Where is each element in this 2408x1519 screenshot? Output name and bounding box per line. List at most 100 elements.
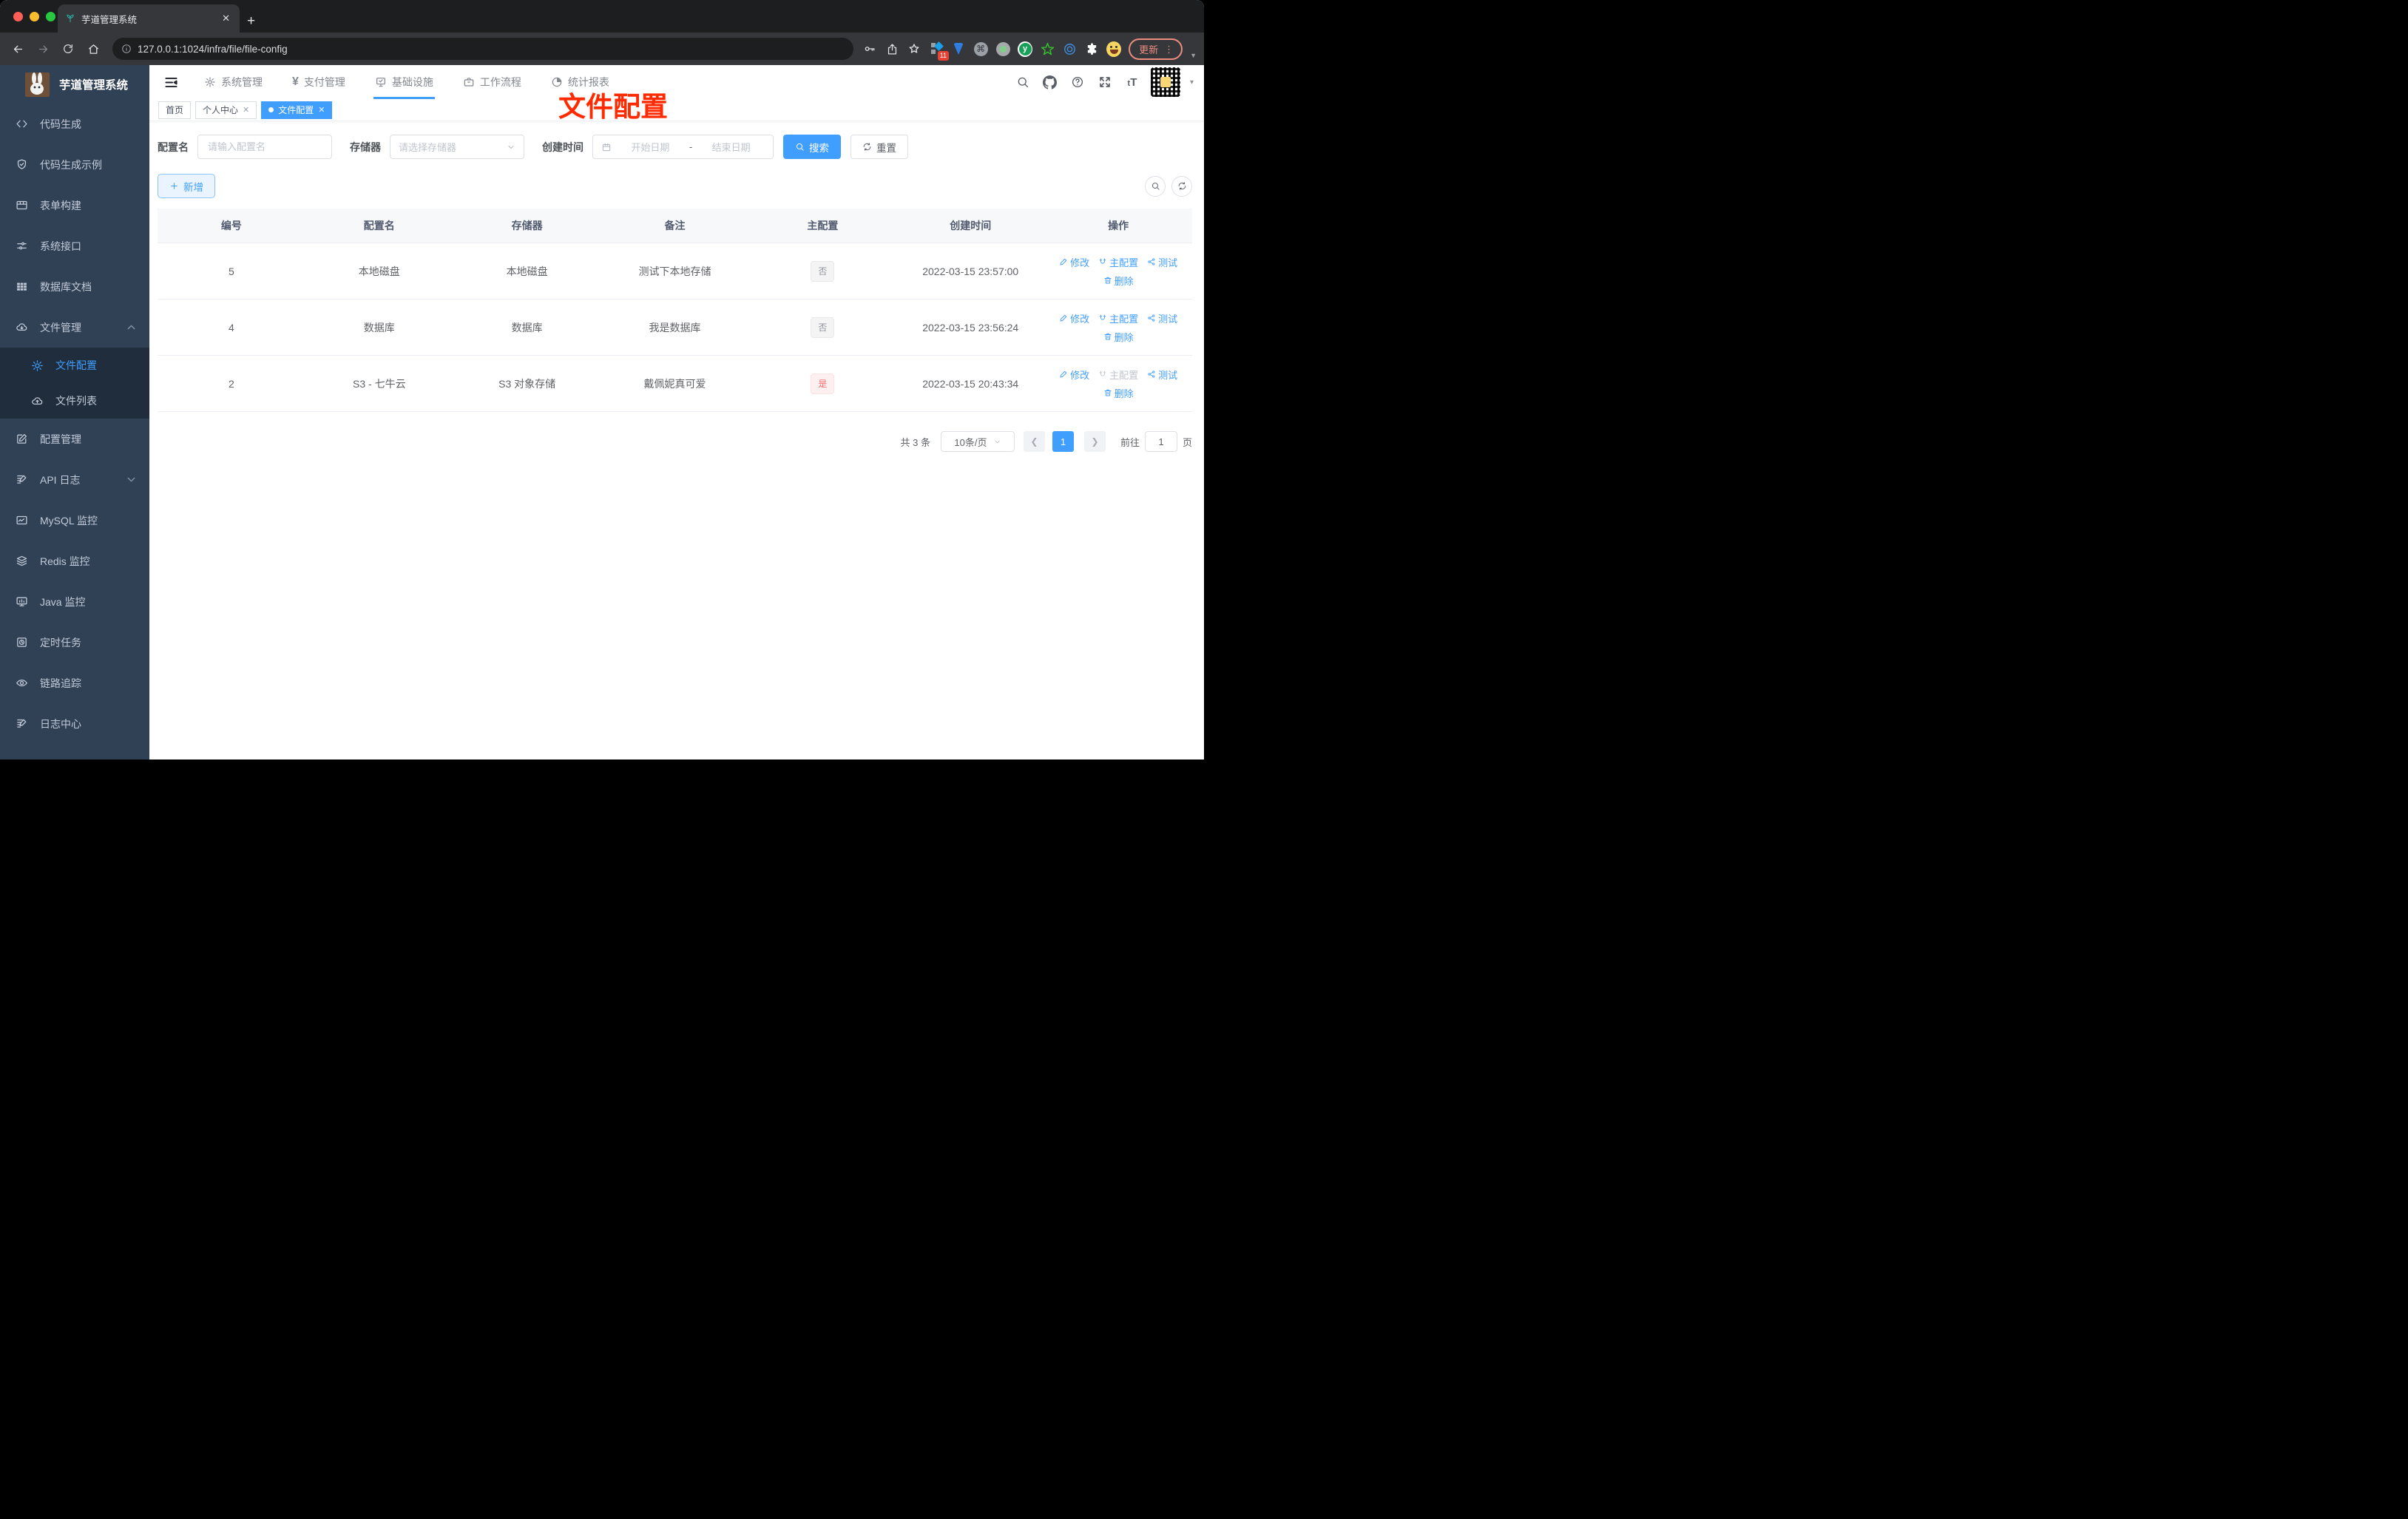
extension-command-icon[interactable]: ⌘	[973, 41, 988, 56]
tab-close-icon[interactable]: ✕	[243, 105, 249, 115]
eye-icon	[16, 679, 27, 687]
date-range-picker[interactable]: 开始日期 - 结束日期	[592, 135, 774, 159]
new-tab-button[interactable]: +	[247, 14, 255, 28]
page-number-active[interactable]: 1	[1052, 431, 1074, 452]
nav-item-workflow[interactable]: 工作流程	[448, 65, 536, 99]
sidebar-item-file-config[interactable]: 文件配置	[0, 348, 149, 383]
browser-update-button[interactable]: 更新 ⋮	[1129, 38, 1183, 60]
avatar-qr[interactable]	[1150, 67, 1180, 97]
tab-home[interactable]: 首页	[158, 101, 192, 119]
sidebar-item-code-gen[interactable]: 代码生成	[0, 104, 149, 144]
fullscreen-icon[interactable]	[1096, 73, 1114, 91]
sidebar-item-db-doc[interactable]: 数据库文档	[0, 266, 149, 307]
master-action[interactable]: 主配置	[1098, 311, 1138, 325]
edit-action[interactable]: 修改	[1059, 368, 1089, 382]
timer-icon	[17, 637, 27, 647]
storage-select[interactable]: 请选择存储器	[390, 135, 524, 159]
tab-file-config[interactable]: 文件配置 ✕	[261, 101, 333, 119]
site-info-icon[interactable]	[121, 44, 132, 54]
maximize-window-button[interactable]	[46, 12, 55, 21]
extensions-puzzle-icon[interactable]	[1084, 41, 1099, 56]
test-action[interactable]: 测试	[1147, 368, 1177, 382]
goto-page-input[interactable]	[1144, 431, 1177, 452]
master-action-disabled[interactable]: 主配置	[1098, 368, 1138, 382]
edit-action[interactable]: 修改	[1059, 255, 1089, 269]
name-filter-input[interactable]	[206, 141, 323, 153]
add-button[interactable]: 新增	[158, 174, 215, 198]
sidebar-item-tracing[interactable]: 链路追踪	[0, 663, 149, 703]
nav-item-system[interactable]: 系统管理	[189, 65, 277, 99]
search-button[interactable]: 搜索	[783, 135, 841, 159]
table-row: 4 数据库 数据库 我是数据库 否 2022-03-15 23:56:24 修改…	[158, 300, 1192, 356]
page-size-select[interactable]: 10条/页	[940, 431, 1015, 452]
nav-item-payment[interactable]: ¥ 支付管理	[277, 65, 360, 99]
tab-profile[interactable]: 个人中心 ✕	[195, 101, 257, 119]
sidebar-item-config-management[interactable]: 配置管理	[0, 419, 149, 459]
github-icon[interactable]	[1041, 73, 1059, 91]
next-page-button[interactable]: ❯	[1083, 431, 1106, 452]
avatar-caret-icon[interactable]: ▾	[1190, 78, 1194, 87]
yen-icon: ¥	[292, 75, 299, 88]
help-icon[interactable]	[1069, 73, 1086, 91]
reload-button[interactable]	[58, 38, 78, 59]
magnet-icon	[1099, 258, 1106, 264]
extension-star-icon[interactable]	[1040, 41, 1055, 56]
minimize-window-button[interactable]	[30, 12, 39, 21]
show-search-button[interactable]	[1145, 175, 1166, 197]
search-icon[interactable]	[1014, 73, 1032, 91]
font-size-icon[interactable]: tT	[1123, 73, 1141, 91]
delete-action[interactable]: 删除	[1103, 330, 1134, 344]
sidebar-item-log-center[interactable]: 日志中心	[0, 703, 149, 744]
page-unit: 页	[1182, 436, 1192, 448]
sidebar-item-code-demo[interactable]: 代码生成示例	[0, 144, 149, 185]
extension-kite-icon[interactable]	[951, 41, 966, 56]
nav-item-statistics[interactable]: 统计报表	[536, 65, 624, 99]
refresh-table-button[interactable]	[1171, 175, 1192, 197]
chevron-down-icon	[508, 145, 514, 149]
sidebar-item-java-monitor[interactable]: Java 监控	[0, 581, 149, 622]
extension-eye-icon[interactable]	[1062, 41, 1077, 56]
sidebar-logo[interactable]: 芋道管理系统	[0, 65, 149, 104]
table-row: 5 本地磁盘 本地磁盘 测试下本地存储 否 2022-03-15 23:57:0…	[158, 243, 1192, 300]
sidebar-item-mysql-monitor[interactable]: MySQL 监控	[0, 500, 149, 541]
sidebar-item-system-api[interactable]: 系统接口	[0, 226, 149, 266]
name-filter-label: 配置名	[158, 141, 189, 153]
prev-page-button[interactable]: ❮	[1023, 431, 1045, 452]
chart-line-icon	[16, 515, 27, 525]
delete-action[interactable]: 删除	[1103, 274, 1134, 288]
chrome-caret-icon[interactable]: ▼	[1190, 52, 1197, 59]
test-action[interactable]: 测试	[1147, 255, 1177, 269]
browser-tab[interactable]: 芋道管理系统 ✕	[58, 4, 240, 33]
address-bar[interactable]: 127.0.0.1:1024/infra/file/file-config	[112, 38, 854, 60]
reset-button[interactable]: 重置	[850, 135, 908, 159]
extension-dot-icon[interactable]	[995, 41, 1010, 56]
extension-grid-badge-icon[interactable]: 11	[929, 41, 950, 61]
sidebar-item-api-log[interactable]: API 日志	[0, 459, 149, 500]
share-icon[interactable]	[885, 41, 899, 56]
back-button[interactable]	[7, 38, 28, 59]
edit-action[interactable]: 修改	[1059, 311, 1089, 325]
code-icon	[16, 120, 27, 128]
extension-badge: 11	[937, 51, 950, 61]
forward-button[interactable]	[33, 38, 53, 59]
password-key-icon[interactable]	[862, 41, 877, 56]
sidebar-item-file-list[interactable]: 文件列表	[0, 383, 149, 419]
sidebar-item-redis-monitor[interactable]: Redis 监控	[0, 541, 149, 581]
profile-emoji-icon[interactable]	[1106, 41, 1122, 57]
bookmark-star-icon[interactable]	[907, 41, 921, 56]
nav-item-infrastructure[interactable]: 基础设施	[360, 65, 448, 99]
extension-y-icon[interactable]: y	[1018, 41, 1033, 57]
sidebar-item-scheduled-tasks[interactable]: 定时任务	[0, 622, 149, 663]
sidebar-item-form-builder[interactable]: 表单构建	[0, 185, 149, 226]
master-action[interactable]: 主配置	[1098, 255, 1138, 269]
home-button[interactable]	[83, 38, 104, 59]
browser-menu-icon[interactable]: ⋮	[1164, 44, 1174, 54]
delete-action[interactable]: 删除	[1103, 386, 1134, 400]
tab-close-icon[interactable]: ✕	[318, 105, 325, 115]
test-action[interactable]: 测试	[1147, 311, 1177, 325]
sidebar-collapse-icon[interactable]	[160, 71, 182, 93]
sidebar-item-file-management[interactable]: 文件管理	[0, 307, 149, 348]
close-window-button[interactable]	[13, 12, 23, 21]
goto-page: 前往 页	[1120, 431, 1192, 452]
tab-close-icon[interactable]: ✕	[220, 13, 232, 24]
